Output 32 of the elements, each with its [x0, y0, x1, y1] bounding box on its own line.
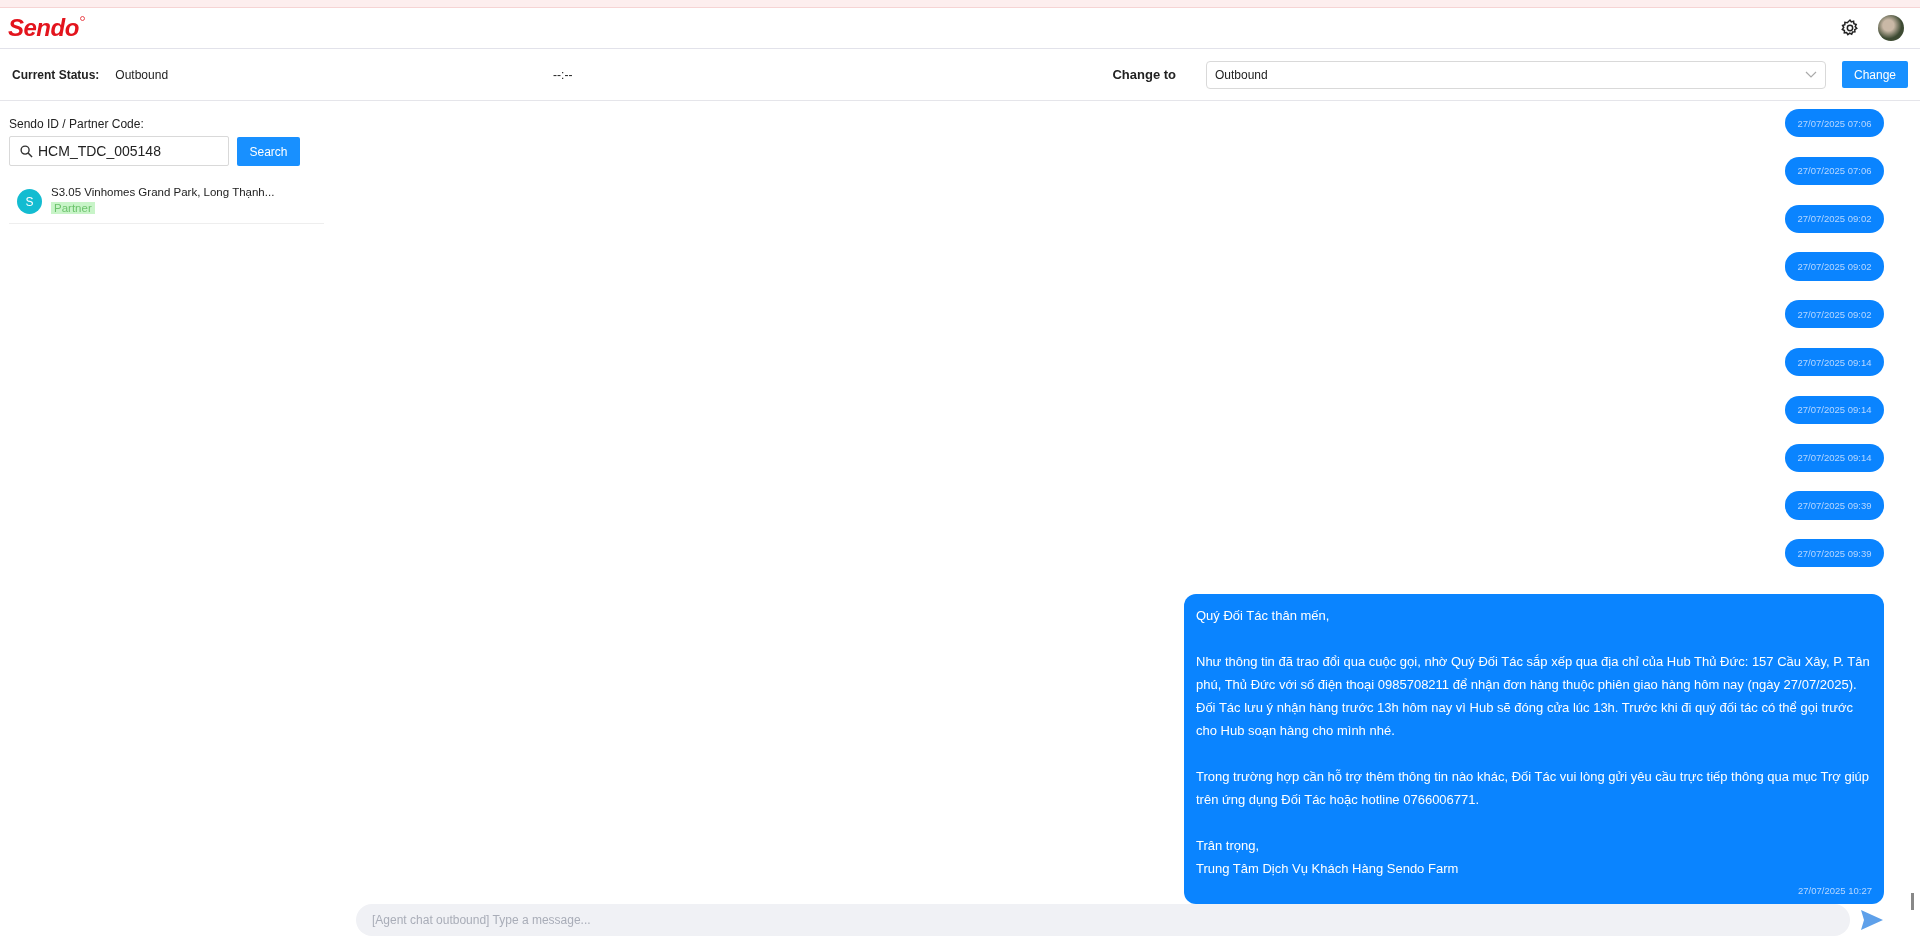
- avatar-circle: S: [17, 189, 42, 214]
- registered-icon: [79, 16, 85, 21]
- result-item[interactable]: S S3.05 Vinhomes Grand Park, Long Thạnh... Partner: [9, 170, 324, 224]
- change-to-label: Change to: [1112, 67, 1176, 82]
- message-text: Quý Đối Tác thân mến, Như thông tin đã trao đổi qua cuộc gọi, nhờ Quý Đối Tác sắp xếp qua địa chỉ của Hub Thủ Đức: 157 Cầu Xây, P. Tân phú, Thủ Đức với số điện thoại 0985708211 để nhận đơn hàng thuộc phiên giao hàng hôm nay (ngày 27/07/2025). Đối Tác lưu ý nhận hàng trước 13h hôm nay vì Hub sẽ đóng cửa lúc 13h. Trước khi đi quý đối tác có thể gọi trước cho Hub soạn hàng cho mình nhé. Trong trường hợp cần hỗ trợ thêm thông tin nào khác, Đối Tác vui lòng gửi yêu cầu trực tiếp thông qua mục Trợ giúp trên ứng dụng Đối Tác hoặc hotline 0766006771. Trân trọng, Trung Tâm Dịch Vụ Khách Hàng Sendo Farm: [1196, 606, 1871, 878]
- message-time: 27/07/2025 09:02: [1797, 213, 1872, 225]
- search-label: Sendo ID / Partner Code:: [9, 117, 145, 131]
- settings-icon[interactable]: [1840, 18, 1860, 38]
- status-dropdown[interactable]: Outbound: [1206, 60, 1826, 89]
- message-time: 27/07/2025 09:14: [1797, 356, 1872, 368]
- user-avatar[interactable]: [1878, 15, 1904, 41]
- timer: --:--: [553, 67, 573, 82]
- logo[interactable]: Sendo: [8, 14, 79, 42]
- message-time: 27/07/2025 07:06: [1797, 165, 1872, 177]
- message-time: 27/07/2025 07:06: [1797, 117, 1872, 129]
- search-field[interactable]: HCM_TDC_005148: [9, 136, 229, 166]
- message-time: 27/07/2025 10:27: [1798, 884, 1872, 896]
- change-button[interactable]: Change: [1842, 61, 1908, 88]
- message-time: 27/07/2025 09:14: [1797, 452, 1872, 464]
- message-time: 27/07/2025 09:14: [1797, 404, 1872, 416]
- message-time: 27/07/2025 09:39: [1797, 547, 1872, 559]
- current-status: Outbound: [115, 67, 169, 82]
- message-time: 27/07/2025 09:02: [1797, 308, 1872, 320]
- search-button[interactable]: Search: [237, 137, 300, 166]
- scroll-thumb[interactable]: [1911, 893, 1914, 910]
- message-time: 27/07/2025 09:39: [1797, 500, 1872, 511]
- send-icon[interactable]: [1860, 909, 1884, 931]
- search-icon: [20, 144, 33, 158]
- current-status-label: Current Status:: [12, 67, 100, 82]
- message-time: 27/07/2025 09:02: [1797, 261, 1872, 273]
- chevron-icon: [1805, 70, 1817, 79]
- partner-tag: Partner: [51, 202, 95, 214]
